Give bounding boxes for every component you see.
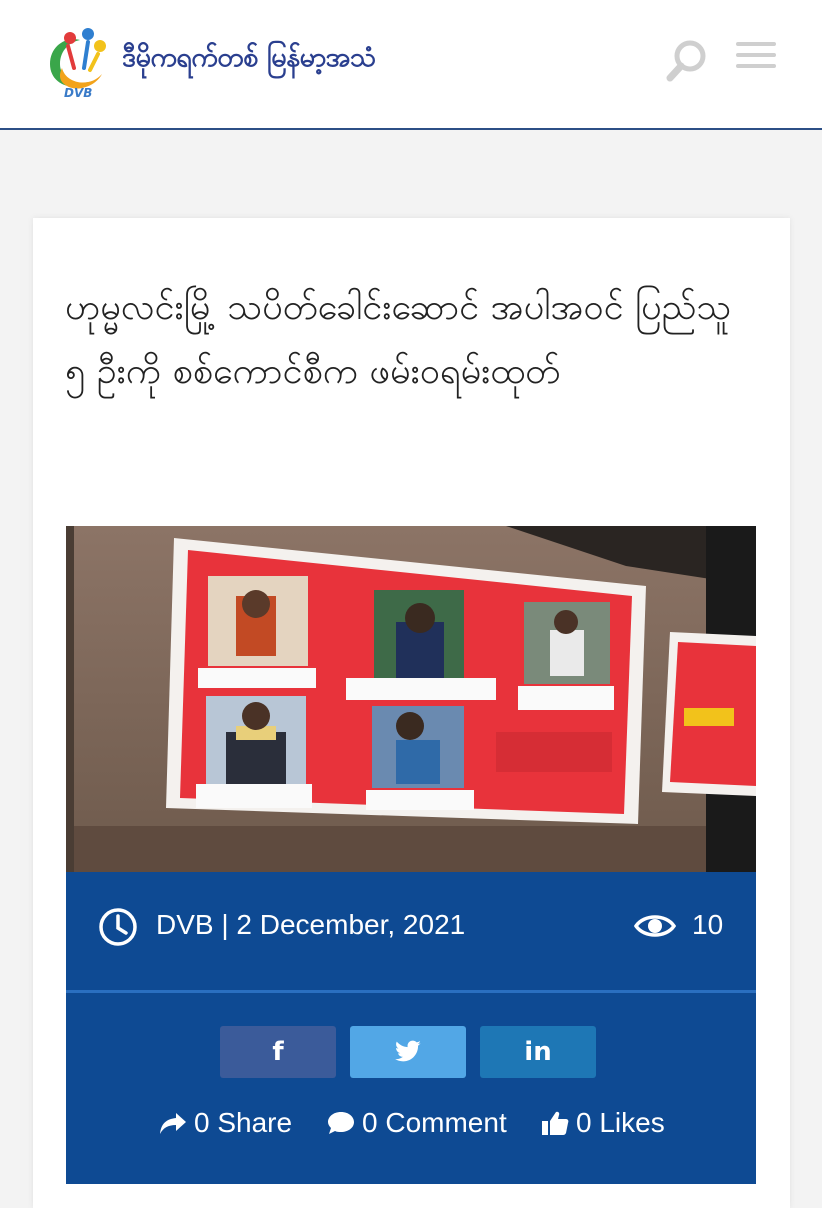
share-bar: f in 0 Share 0 Comment 0 Likes <box>66 990 756 1184</box>
share-count-label: 0 Share <box>194 1107 293 1138</box>
linkedin-share-button[interactable]: in <box>480 1026 596 1078</box>
share-count[interactable]: 0 Share <box>158 1107 292 1139</box>
likes-count-label: 0 Likes <box>576 1107 665 1138</box>
comment-count-label: 0 Comment <box>362 1107 507 1138</box>
comment-count[interactable]: 0 Comment <box>326 1107 507 1139</box>
likes-count[interactable]: 0 Likes <box>540 1107 665 1139</box>
site-header: DVB ဒီမိုကရက်တစ် မြန်မာ့အသံ <box>0 0 822 130</box>
wanted-poster-image <box>66 526 756 872</box>
article-author-date: DVB | 2 December, 2021 <box>156 909 466 940</box>
site-logo[interactable]: DVB ဒီမိုကရက်တစ် မြန်မာ့အသံ <box>40 24 376 104</box>
logo-dvb-text: DVB <box>64 86 93 100</box>
linkedin-icon: in <box>524 1037 552 1067</box>
search-icon[interactable] <box>664 38 710 84</box>
twitter-share-button[interactable] <box>350 1026 466 1078</box>
menu-icon[interactable] <box>736 42 776 74</box>
clock-icon <box>99 908 137 946</box>
twitter-icon <box>395 1040 421 1062</box>
article-title[interactable]: ဟုမ္မလင်းမြို့ သပိတ်ခေါင်းဆောင် အပါအဝင် … <box>65 276 755 404</box>
thumbs-up-icon <box>542 1111 569 1135</box>
eye-icon <box>634 915 676 937</box>
facebook-icon: f <box>272 1037 284 1067</box>
article-photo[interactable] <box>66 526 756 872</box>
article-meta-bar: DVB | 2 December, 2021 10 <box>66 872 756 990</box>
logo-title: ဒီမိုကရက်တစ် မြန်မာ့အသံ <box>122 42 376 73</box>
comment-icon <box>328 1112 354 1134</box>
view-count: 10 <box>692 909 724 940</box>
facebook-share-button[interactable]: f <box>220 1026 336 1078</box>
share-arrow-icon <box>160 1113 186 1134</box>
article-card: ဟုမ္မလင်းမြို့ သပိတ်ခေါင်းဆောင် အပါအဝင် … <box>33 218 790 1208</box>
